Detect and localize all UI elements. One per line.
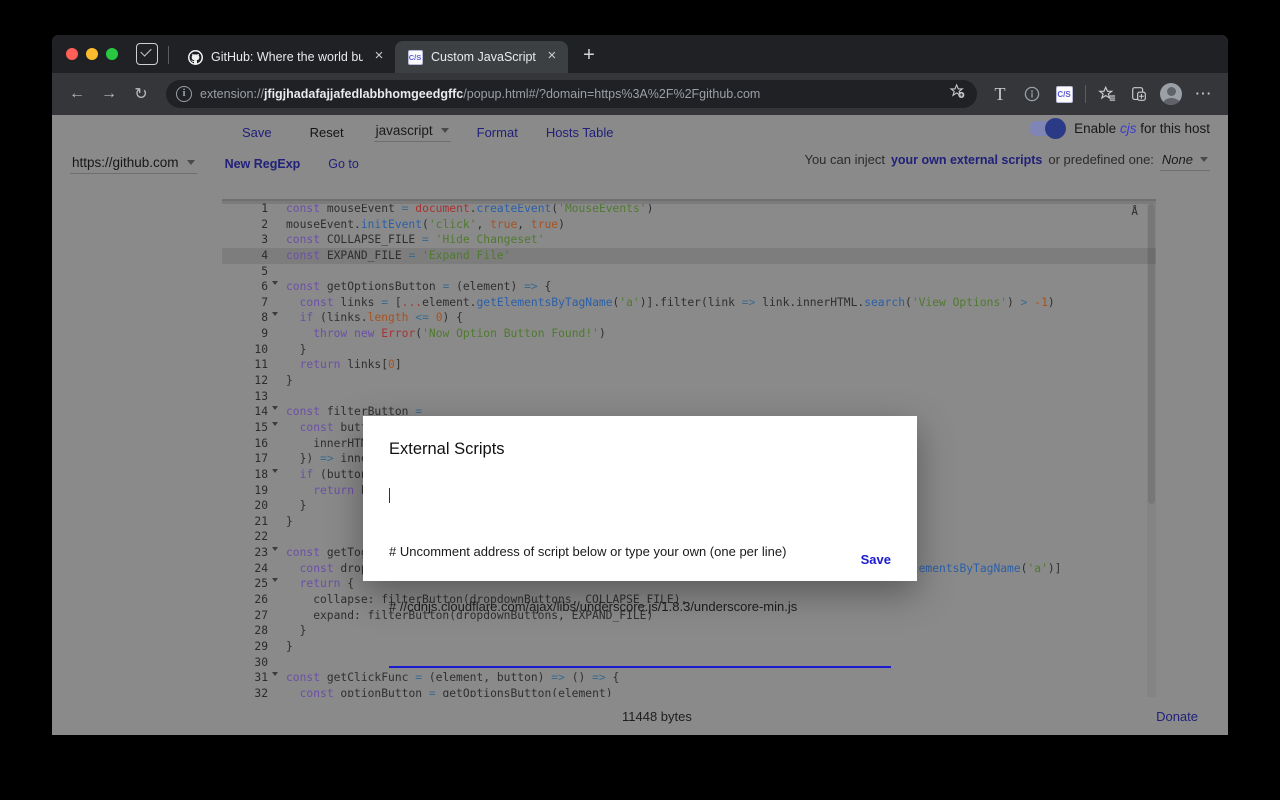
info-circle-icon[interactable]: i — [176, 86, 192, 102]
cjs-extension-badge: C/S — [1056, 86, 1073, 103]
back-icon[interactable]: ← — [62, 79, 92, 109]
tab-title: GitHub: Where the world builds — [211, 50, 363, 64]
divider — [1085, 85, 1086, 103]
tab-github[interactable]: GitHub: Where the world builds × — [175, 41, 395, 73]
profile-avatar[interactable] — [1160, 83, 1182, 105]
url-extension-id: jfigjhadafajjafedlabbhomgeedgffc — [264, 87, 463, 101]
cjs-extension-icon[interactable]: C/S — [1049, 79, 1079, 109]
tab-strip: GitHub: Where the world builds × C/S Cus… — [52, 35, 1228, 73]
minimize-window-button[interactable] — [86, 48, 98, 60]
dialog-save-button[interactable]: Save — [861, 552, 891, 567]
github-icon — [187, 49, 203, 65]
forward-icon[interactable]: → — [94, 79, 124, 109]
navigation-bar: ← → ↻ i extension://jfigjhadafajjafedlab… — [52, 73, 1228, 115]
text-tool-icon[interactable]: T — [985, 79, 1015, 109]
address-bar[interactable]: i extension://jfigjhadafajjafedlabbhomge… — [166, 80, 977, 108]
text-caret — [389, 488, 390, 503]
star-add-icon[interactable] — [949, 83, 971, 105]
url-suffix: /popup.html#/?domain=https%3A%2F%2Fgithu… — [463, 87, 760, 101]
dialog-title: External Scripts — [389, 440, 891, 459]
extension-page: Save Reset javascript Format Hosts Table… — [52, 115, 1228, 735]
cjs-favicon-text: C/S — [408, 50, 423, 65]
maximize-window-button[interactable] — [106, 48, 118, 60]
close-tab-icon[interactable]: × — [544, 49, 560, 65]
textarea-line-2: # //cdnjs.cloudflare.com/ajax/libs/under… — [389, 598, 891, 617]
close-tab-icon[interactable]: × — [371, 49, 387, 65]
browser-window: GitHub: Where the world builds × C/S Cus… — [52, 35, 1228, 735]
input-focus-underline — [389, 666, 891, 668]
browser-essentials-icon[interactable] — [1124, 79, 1154, 109]
url-prefix: extension:// — [200, 87, 264, 101]
divider — [168, 46, 169, 64]
modal-overlay: External Scripts # Uncomment address of … — [52, 115, 1228, 735]
close-window-button[interactable] — [66, 48, 78, 60]
collections-icon[interactable] — [1092, 79, 1122, 109]
cjs-icon: C/S — [407, 49, 423, 65]
tab-list-icon[interactable] — [136, 43, 158, 65]
reload-icon[interactable]: ↻ — [126, 79, 156, 109]
tab-custom-javascript[interactable]: C/S Custom JavaScript × — [395, 41, 568, 73]
external-scripts-dialog: External Scripts # Uncomment address of … — [363, 416, 917, 581]
window-controls — [60, 35, 126, 73]
external-scripts-textarea[interactable]: # Uncomment address of script below or t… — [389, 487, 891, 662]
address-bar-url: extension://jfigjhadafajjafedlabbhomgeed… — [200, 87, 949, 101]
settings-more-icon[interactable]: ⋯ — [1188, 79, 1218, 109]
page-info-icon[interactable] — [1017, 79, 1047, 109]
new-tab-button[interactable]: + — [576, 43, 602, 69]
textarea-line-1: # Uncomment address of script below or t… — [389, 543, 891, 562]
tab-title: Custom JavaScript — [431, 50, 536, 64]
